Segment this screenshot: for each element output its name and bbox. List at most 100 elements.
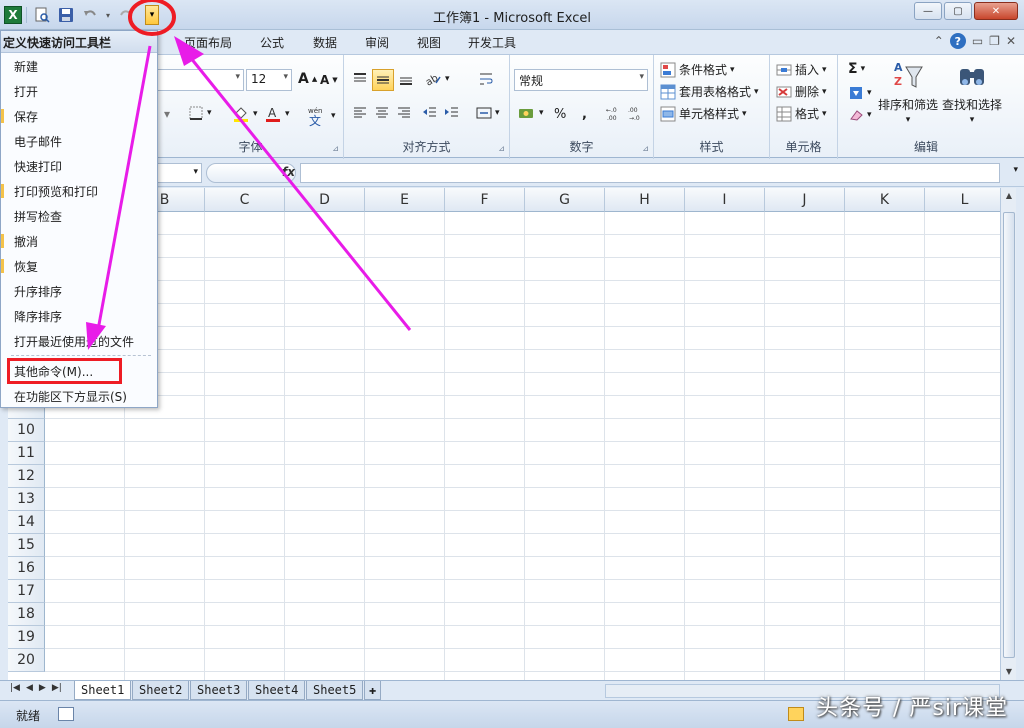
autosum-icon[interactable]: Σ ▾ bbox=[848, 61, 865, 77]
menu-item[interactable]: 新建 bbox=[1, 53, 157, 78]
row-header[interactable]: 16 bbox=[8, 557, 45, 580]
menu-item[interactable]: 升序排序 bbox=[1, 278, 157, 303]
merge-center-icon[interactable]: ▾ bbox=[476, 105, 500, 121]
sheet-tab-1[interactable]: Sheet1 bbox=[74, 681, 132, 700]
shrink-font-icon[interactable]: A ▼ bbox=[320, 73, 338, 87]
expand-formula-icon[interactable]: ▾ bbox=[1013, 165, 1018, 175]
row-header[interactable]: 10 bbox=[8, 419, 45, 442]
menu-item[interactable]: 打开最近使用过的文件 bbox=[1, 328, 157, 353]
column-header[interactable]: K bbox=[845, 188, 925, 212]
row-header[interactable]: 15 bbox=[8, 534, 45, 557]
scroll-up-icon[interactable]: ▲ bbox=[1001, 188, 1017, 204]
borders-icon[interactable]: ▾ bbox=[188, 105, 212, 121]
minimize-button[interactable]: — bbox=[914, 2, 942, 20]
row-header[interactable]: 20 bbox=[8, 649, 45, 672]
menu-item[interactable]: 保存 bbox=[1, 103, 157, 128]
grow-font-icon[interactable]: A ▲ bbox=[298, 71, 317, 87]
doc-minimize-icon[interactable]: ▭ bbox=[972, 34, 983, 48]
percent-icon[interactable]: % bbox=[554, 107, 566, 122]
fill-down-icon[interactable]: ▾ bbox=[848, 85, 872, 101]
format-cells-button[interactable]: 格式 ▾ bbox=[776, 105, 827, 122]
first-sheet-icon[interactable]: |◀ bbox=[10, 683, 20, 693]
tab-data[interactable]: 数据 bbox=[313, 34, 337, 51]
font-size-combo[interactable]: 12 ▾ bbox=[246, 69, 292, 91]
column-header[interactable]: C bbox=[205, 188, 285, 212]
phonetic-icon[interactable]: wén 文 ▾ bbox=[306, 105, 336, 127]
tab-formulas[interactable]: 公式 bbox=[260, 34, 284, 51]
comma-style-icon[interactable]: , bbox=[582, 107, 587, 122]
decrease-indent-icon[interactable] bbox=[422, 105, 438, 121]
cell-styles-button[interactable]: 单元格样式 ▾ bbox=[660, 105, 747, 122]
menu-item[interactable]: 拼写检查 bbox=[1, 203, 157, 228]
menu-item[interactable]: 电子邮件 bbox=[1, 128, 157, 153]
column-header[interactable]: G bbox=[525, 188, 605, 212]
tab-view[interactable]: 视图 bbox=[417, 34, 441, 51]
menu-item[interactable]: 快速打印 bbox=[1, 153, 157, 178]
align-left-icon[interactable] bbox=[352, 105, 368, 121]
prev-sheet-icon[interactable]: ◀ bbox=[26, 683, 33, 693]
font-dialog-launcher-icon[interactable]: ⊿ bbox=[332, 144, 339, 153]
minimize-ribbon-icon[interactable]: ⌃ bbox=[934, 34, 944, 48]
font-color-icon[interactable]: A ▾ bbox=[264, 105, 290, 123]
row-header[interactable]: 14 bbox=[8, 511, 45, 534]
fill-color-icon[interactable]: ▾ bbox=[232, 105, 258, 123]
scroll-thumb[interactable] bbox=[1003, 212, 1015, 658]
help-icon[interactable]: ? bbox=[949, 33, 966, 49]
menu-item[interactable]: 打开 bbox=[1, 78, 157, 103]
number-dialog-launcher-icon[interactable]: ⊿ bbox=[642, 144, 649, 153]
formula-input[interactable] bbox=[300, 163, 1000, 183]
insert-function-icon[interactable]: fx bbox=[282, 165, 295, 179]
tab-developer[interactable]: 开发工具 bbox=[468, 34, 516, 51]
insert-sheet-icon[interactable]: ✚ bbox=[364, 681, 382, 700]
tab-page-layout[interactable]: 页面布局 bbox=[184, 34, 232, 51]
currency-icon[interactable]: ▾ bbox=[518, 105, 544, 121]
increase-decimal-icon[interactable]: ←.0.00 bbox=[606, 105, 624, 121]
format-as-table-button[interactable]: 套用表格格式 ▾ bbox=[660, 83, 759, 100]
conditional-format-button[interactable]: 条件格式 ▾ bbox=[660, 61, 735, 78]
column-header[interactable]: J bbox=[765, 188, 845, 212]
delete-cells-button[interactable]: 删除 ▾ bbox=[776, 83, 827, 100]
doc-close-icon[interactable]: ✕ bbox=[1006, 34, 1016, 48]
insert-cells-button[interactable]: 插入 ▾ bbox=[776, 61, 827, 78]
next-sheet-icon[interactable]: ▶ bbox=[39, 683, 46, 693]
doc-restore-icon[interactable]: ❐ bbox=[989, 34, 1000, 48]
align-bottom-icon[interactable] bbox=[398, 71, 414, 87]
chevron-down-icon[interactable]: ▾ bbox=[164, 107, 170, 121]
sheet-tab-5[interactable]: Sheet5 bbox=[306, 681, 364, 700]
wrap-text-icon[interactable] bbox=[478, 71, 494, 87]
row-header[interactable]: 19 bbox=[8, 626, 45, 649]
column-header[interactable]: I bbox=[685, 188, 765, 212]
column-header[interactable]: H bbox=[605, 188, 685, 212]
menu-item[interactable]: 打印预览和打印 bbox=[1, 178, 157, 203]
menu-item[interactable]: 撤消 bbox=[1, 228, 157, 253]
align-middle-icon[interactable] bbox=[372, 69, 394, 91]
sheet-tab-4[interactable]: Sheet4 bbox=[248, 681, 306, 700]
scroll-down-icon[interactable]: ▼ bbox=[1001, 664, 1017, 680]
close-button[interactable]: ✕ bbox=[974, 2, 1018, 20]
sort-filter-button[interactable]: AZ 排序和筛选 ▾ bbox=[878, 59, 938, 125]
row-header[interactable]: 11 bbox=[8, 442, 45, 465]
vertical-scrollbar[interactable]: ▲ ▼ bbox=[1000, 188, 1016, 680]
last-sheet-icon[interactable]: ▶| bbox=[52, 683, 62, 693]
align-top-icon[interactable] bbox=[352, 71, 368, 87]
sheet-tab-3[interactable]: Sheet3 bbox=[190, 681, 248, 700]
restore-button[interactable]: ▢ bbox=[944, 2, 972, 20]
align-right-icon[interactable] bbox=[396, 105, 412, 121]
orientation-icon[interactable]: ab ▾ bbox=[424, 71, 450, 87]
clear-icon[interactable]: ▾ bbox=[848, 107, 872, 123]
menu-item-show-below-ribbon[interactable]: 在功能区下方显示(S) bbox=[1, 383, 157, 408]
row-header[interactable]: 18 bbox=[8, 603, 45, 626]
align-center-icon[interactable] bbox=[374, 105, 390, 121]
decrease-decimal-icon[interactable]: .00 →.0 bbox=[628, 105, 646, 121]
font-name-combo[interactable]: ▾ bbox=[156, 69, 244, 91]
row-header[interactable]: 17 bbox=[8, 580, 45, 603]
macro-record-icon[interactable] bbox=[58, 707, 74, 721]
find-select-button[interactable]: 查找和选择 ▾ bbox=[942, 59, 1002, 125]
column-header[interactable]: E bbox=[365, 188, 445, 212]
column-header[interactable]: D bbox=[285, 188, 365, 212]
number-format-combo[interactable]: 常规 ▾ bbox=[514, 69, 648, 91]
menu-item[interactable]: 恢复 bbox=[1, 253, 157, 278]
column-header[interactable]: L bbox=[925, 188, 1000, 212]
increase-indent-icon[interactable] bbox=[444, 105, 460, 121]
row-header[interactable]: 13 bbox=[8, 488, 45, 511]
